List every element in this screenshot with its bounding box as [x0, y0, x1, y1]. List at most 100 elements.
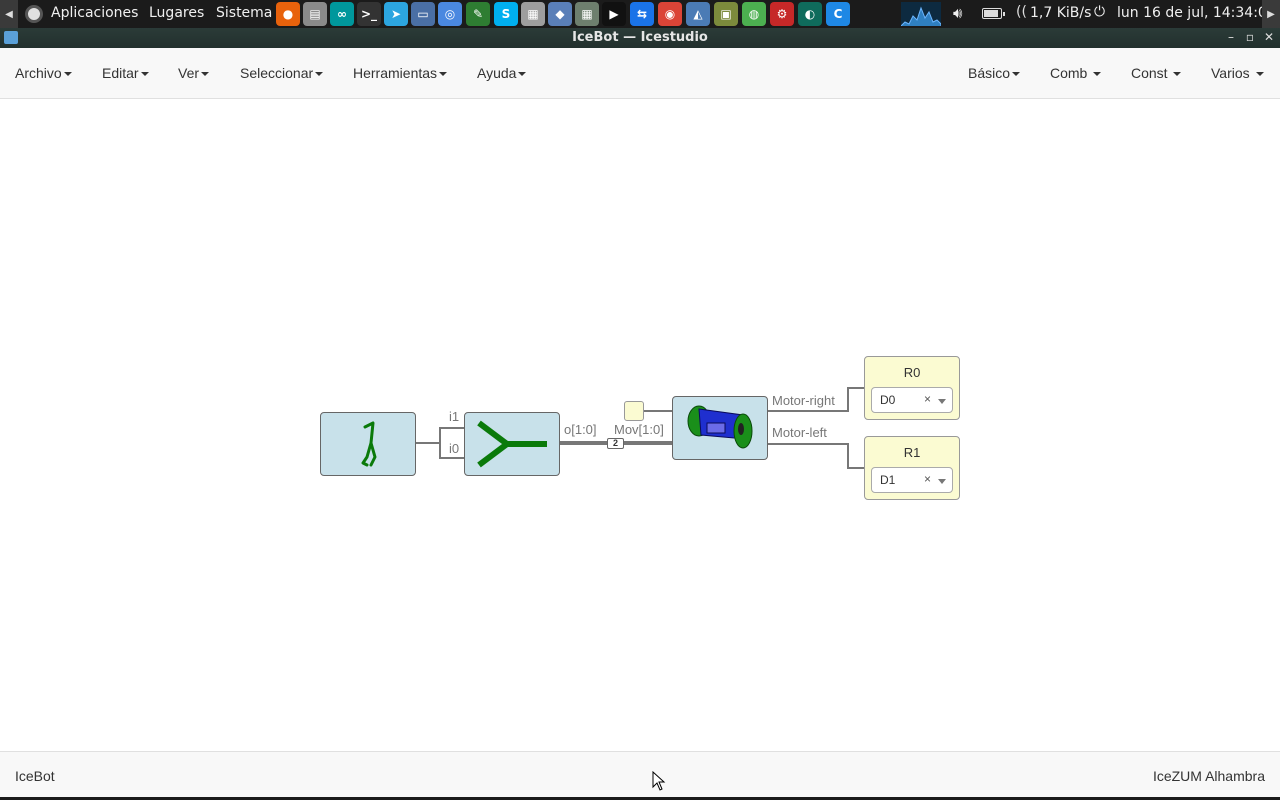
join-merge-icon	[477, 420, 547, 468]
battery-icon[interactable]	[982, 8, 1005, 19]
media-play-icon[interactable]: ▶	[602, 2, 626, 26]
menu-ayuda[interactable]: Ayuda	[477, 65, 527, 81]
menu-const-label: Const	[1131, 65, 1168, 81]
caret-down-icon	[1173, 72, 1182, 77]
caret-down-icon	[439, 72, 448, 77]
places-menu[interactable]: Lugares	[149, 5, 204, 21]
dropdown-caret-icon[interactable]	[938, 399, 946, 404]
globe-icon[interactable]: ◍	[742, 2, 766, 26]
output-block-r1[interactable]: R1 D1 ×	[864, 436, 960, 500]
cpu-graph-icon	[900, 6, 942, 27]
menu-herramientas[interactable]: Herramientas	[353, 65, 448, 81]
panel-scroll-left-button[interactable]: ◀	[0, 0, 18, 28]
pin-select-r0[interactable]: D0 ×	[871, 387, 953, 413]
menu-ver[interactable]: Ver	[178, 65, 210, 81]
board-selector[interactable]: IceZUM Alhambra	[1153, 768, 1265, 784]
telegram-icon[interactable]: ➤	[384, 2, 408, 26]
file-manager-icon[interactable]: ▤	[303, 2, 327, 26]
constant-block[interactable]	[624, 401, 644, 421]
label-motor-input: Mov[1:0]	[614, 422, 664, 437]
join-block[interactable]	[464, 412, 560, 476]
caret-down-icon	[201, 72, 210, 77]
ubuntu-logo-icon[interactable]	[25, 5, 43, 23]
skype-icon[interactable]: S	[494, 2, 518, 26]
dropdown-caret-icon[interactable]	[938, 479, 946, 484]
teamviewer-icon[interactable]: ⇆	[630, 2, 654, 26]
settings-tools-icon[interactable]: ⚙	[770, 2, 794, 26]
terminal-icon[interactable]: >_	[357, 2, 381, 26]
caret-down-icon	[1093, 72, 1102, 77]
caret-down-icon	[63, 72, 72, 77]
caret-down-icon	[1255, 72, 1264, 77]
menu-const[interactable]: Const	[1131, 65, 1182, 81]
walk-block[interactable]	[320, 412, 416, 476]
firefox-icon[interactable]: ●	[276, 2, 300, 26]
power-icon[interactable]: ⏻	[1094, 4, 1105, 20]
menu-varios-label: Varios	[1211, 65, 1250, 81]
window-title-bar[interactable]: IceBot — Icestudio – ▫ ✕	[0, 28, 1280, 48]
circuit-editor-icon[interactable]: ▣	[714, 2, 738, 26]
caret-down-icon	[1012, 72, 1021, 77]
menu-editar-label: Editar	[102, 65, 139, 81]
clock[interactable]: lun 16 de jul, 14:34:09	[1117, 5, 1276, 21]
system-monitor-graph	[900, 2, 942, 27]
panel-scroll-right-button[interactable]: ▶	[1262, 0, 1280, 28]
maximize-button[interactable]: ▫	[1242, 29, 1258, 45]
virtualbox-icon[interactable]: ◆	[548, 2, 572, 26]
inkscape-icon[interactable]: ✎	[466, 2, 490, 26]
label-motor-right: Motor-right	[772, 393, 835, 408]
output-name: R0	[903, 365, 921, 380]
label-i0: i0	[449, 441, 460, 456]
calculator-icon[interactable]: ▦	[521, 2, 545, 26]
menu-herramientas-label: Herramientas	[353, 65, 438, 81]
caret-down-icon	[518, 72, 527, 77]
system-menu[interactable]: Sistema	[216, 5, 272, 21]
pin-value: D0	[880, 393, 896, 407]
window-title: IceBot — Icestudio	[572, 30, 708, 45]
motor-block[interactable]	[672, 396, 768, 460]
cura-icon[interactable]: C	[826, 2, 850, 26]
status-footer: IceBot IceZUM Alhambra	[0, 751, 1280, 797]
monitor-icon[interactable]: ▭	[411, 2, 435, 26]
wire-motor-left[interactable]	[768, 443, 864, 469]
volume-icon[interactable]: 🔊︎	[953, 4, 962, 22]
menu-comb[interactable]: Comb	[1050, 65, 1102, 81]
menu-basico[interactable]: Básico	[968, 65, 1021, 81]
menu-archivo-label: Archivo	[15, 65, 62, 81]
menu-seleccionar-label: Seleccionar	[240, 65, 314, 81]
label-join-output: o[1:0]	[564, 422, 597, 437]
spreadsheet-icon[interactable]: ▦	[575, 2, 599, 26]
menu-ayuda-label: Ayuda	[477, 65, 517, 81]
caret-down-icon	[140, 72, 149, 77]
menu-ver-label: Ver	[178, 65, 200, 81]
label-i1: i1	[449, 409, 460, 424]
wifi-icon[interactable]: ((	[1016, 4, 1027, 20]
mouse-cursor-icon	[652, 771, 666, 791]
menu-basico-label: Básico	[968, 65, 1011, 81]
project-name: IceBot	[15, 768, 55, 784]
label-motor-left: Motor-left	[772, 425, 827, 440]
gitkraken-icon[interactable]: ◐	[798, 2, 822, 26]
clear-icon[interactable]: ×	[924, 392, 931, 406]
menu-varios[interactable]: Varios	[1211, 65, 1264, 81]
output-name: R1	[903, 445, 921, 460]
applications-menu[interactable]: Aplicaciones	[51, 5, 138, 21]
network-speed: 1,7 KiB/s	[1030, 5, 1092, 21]
minimize-button[interactable]: –	[1223, 29, 1239, 45]
clear-icon[interactable]: ×	[924, 472, 931, 486]
menu-seleccionar[interactable]: Seleccionar	[240, 65, 324, 81]
app-menu-bar: Archivo Editar Ver Seleccionar Herramien…	[0, 48, 1280, 99]
design-canvas[interactable]: i1 i0 o[1:0] Mov[1:0] 2 Motor-right Moto…	[0, 99, 1280, 751]
menu-archivo[interactable]: Archivo	[15, 65, 72, 81]
output-block-r0[interactable]: R0 D0 ×	[864, 356, 960, 420]
chromium-icon[interactable]: ◎	[438, 2, 462, 26]
system-top-panel: ◀ Aplicaciones Lugares Sistema ● ▤ ∞ >_ ➤ ▭ ◎ ✎…	[0, 0, 1280, 28]
menu-editar[interactable]: Editar	[102, 65, 149, 81]
caret-down-icon	[315, 72, 324, 77]
kicad-icon[interactable]: ◭	[686, 2, 710, 26]
close-button[interactable]: ✕	[1261, 29, 1277, 45]
arduino-icon[interactable]: ∞	[330, 2, 354, 26]
chrome-icon[interactable]: ◉	[658, 2, 682, 26]
menu-comb-label: Comb	[1050, 65, 1088, 81]
pin-select-r1[interactable]: D1 ×	[871, 467, 953, 493]
